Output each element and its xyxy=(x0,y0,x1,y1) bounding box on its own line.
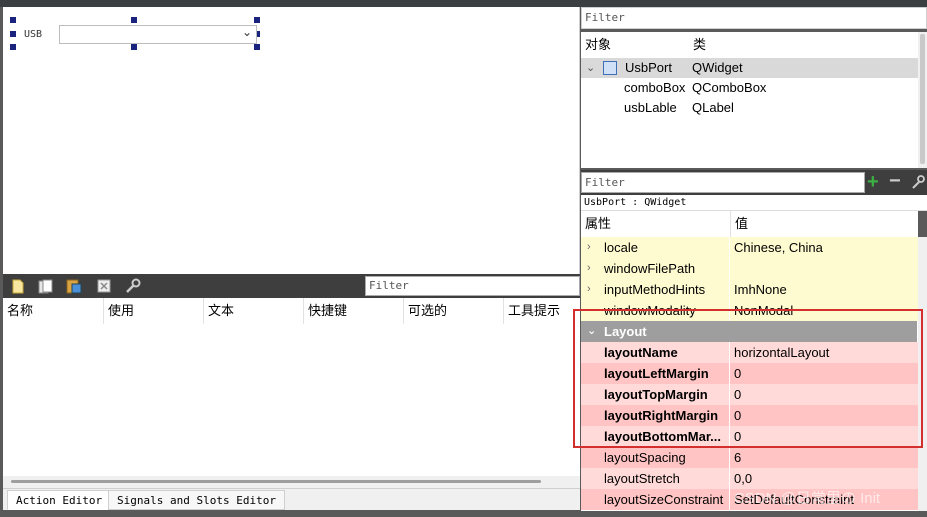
object-class: QLabel xyxy=(692,100,734,115)
column-header-object[interactable]: 对象 xyxy=(581,32,689,58)
action-filter-input[interactable]: Filter xyxy=(365,276,580,296)
scrollbar-thumb[interactable] xyxy=(11,480,541,483)
column-header-name[interactable]: 名称 xyxy=(3,298,104,324)
form-design-canvas[interactable]: USB ⌄ xyxy=(3,7,580,274)
column-header-shortcut[interactable]: 快捷键 xyxy=(304,298,404,324)
property-row-layoutspacing[interactable]: layoutSpacing 6 xyxy=(581,447,918,468)
usb-port-widget[interactable]: USB ⌄ xyxy=(10,17,260,50)
property-row-inputmethodhints[interactable]: › inputMethodHints ImhNone xyxy=(581,279,918,300)
object-class: QWidget xyxy=(692,60,743,75)
selection-handle[interactable] xyxy=(10,31,16,37)
property-value[interactable]: 0,0 xyxy=(731,468,918,489)
delete-action-icon[interactable] xyxy=(95,277,113,295)
property-name: layoutStretch xyxy=(581,468,730,489)
widget-icon xyxy=(603,61,617,75)
watermark: CSDN @日常里の Init xyxy=(734,490,881,507)
scrollbar-thumb[interactable] xyxy=(920,34,925,164)
object-name: usbLable xyxy=(624,100,677,115)
chevron-down-icon: ⌄ xyxy=(241,25,252,39)
chevron-down-icon[interactable]: ⌄ xyxy=(586,58,595,78)
usb-combobox[interactable]: ⌄ xyxy=(59,25,257,44)
annotation-highlight-box xyxy=(573,309,923,448)
object-name: UsbPort xyxy=(625,60,672,75)
property-name: layoutSizeConstraint xyxy=(581,489,730,510)
object-inspector-tree[interactable]: 对象 类 ⌄ UsbPort QWidget comboBox QComboBo… xyxy=(581,32,918,168)
horizontal-scrollbar[interactable] xyxy=(3,476,580,488)
tree-row-combobox[interactable]: comboBox QComboBox xyxy=(581,78,918,98)
object-class: QComboBox xyxy=(692,80,767,95)
wrench-icon[interactable] xyxy=(911,174,925,193)
new-action-icon[interactable] xyxy=(9,277,27,295)
column-header-text[interactable]: 文本 xyxy=(204,298,304,324)
property-filter-bar: Filter + − xyxy=(581,170,927,195)
property-row-layoutstretch[interactable]: layoutStretch 0,0 xyxy=(581,468,918,489)
add-property-icon[interactable]: + xyxy=(867,170,879,194)
usb-label[interactable]: USB xyxy=(21,27,59,42)
property-value[interactable]: 6 xyxy=(731,447,918,468)
column-header-checkable[interactable]: 可选的 xyxy=(404,298,504,324)
property-value[interactable] xyxy=(731,258,918,279)
column-header-used[interactable]: 使用 xyxy=(104,298,204,324)
object-filter-input[interactable]: Filter xyxy=(581,7,927,29)
property-value[interactable]: ImhNone xyxy=(731,279,918,300)
property-name: inputMethodHints xyxy=(581,279,730,300)
selection-handle[interactable] xyxy=(254,44,260,50)
property-value[interactable]: Chinese, China xyxy=(731,237,918,258)
copy-action-icon[interactable] xyxy=(37,277,55,295)
property-name: locale xyxy=(581,237,730,258)
object-name: comboBox xyxy=(624,80,686,95)
property-filter-input[interactable]: Filter xyxy=(581,172,865,193)
selection-handle[interactable] xyxy=(10,17,16,23)
action-table[interactable]: 名称 使用 文本 快捷键 可选的 工具提示 xyxy=(3,298,580,488)
tree-row-usbport[interactable]: ⌄ UsbPort QWidget xyxy=(581,58,918,78)
selection-handle[interactable] xyxy=(254,17,260,23)
paste-action-icon[interactable] xyxy=(65,277,83,295)
wrench-icon[interactable] xyxy=(124,277,142,295)
property-table-header: 属性 值 xyxy=(581,211,918,237)
property-row-windowfilepath[interactable]: › windowFilePath xyxy=(581,258,918,279)
property-row-locale[interactable]: › locale Chinese, China xyxy=(581,237,918,258)
tab-action-editor[interactable]: Action Editor xyxy=(7,490,112,510)
top-toolbar xyxy=(0,0,927,7)
object-tree-header: 对象 类 xyxy=(581,32,918,58)
selection-handle[interactable] xyxy=(131,17,137,23)
action-table-header: 名称 使用 文本 快捷键 可选的 工具提示 xyxy=(3,298,580,324)
column-header-value[interactable]: 值 xyxy=(731,211,918,237)
column-header-tooltip[interactable]: 工具提示 xyxy=(504,298,580,324)
column-header-property[interactable]: 属性 xyxy=(581,211,731,237)
property-name: windowFilePath xyxy=(581,258,730,279)
bottom-strip xyxy=(0,511,927,517)
tab-signals-slots-editor[interactable]: Signals and Slots Editor xyxy=(108,490,285,510)
action-editor-toolbar: Filter xyxy=(3,274,580,298)
vertical-scrollbar[interactable] xyxy=(918,32,927,168)
tree-row-usblable[interactable]: usbLable QLabel xyxy=(581,98,918,118)
editor-tab-bar: Action Editor Signals and Slots Editor xyxy=(3,488,580,510)
column-header-class[interactable]: 类 xyxy=(689,32,918,58)
selection-handle[interactable] xyxy=(10,44,16,50)
property-name: layoutSpacing xyxy=(581,447,730,468)
property-object-title: UsbPort : QWidget xyxy=(581,195,927,211)
selection-handle[interactable] xyxy=(131,44,137,50)
remove-property-icon[interactable]: − xyxy=(889,170,901,192)
